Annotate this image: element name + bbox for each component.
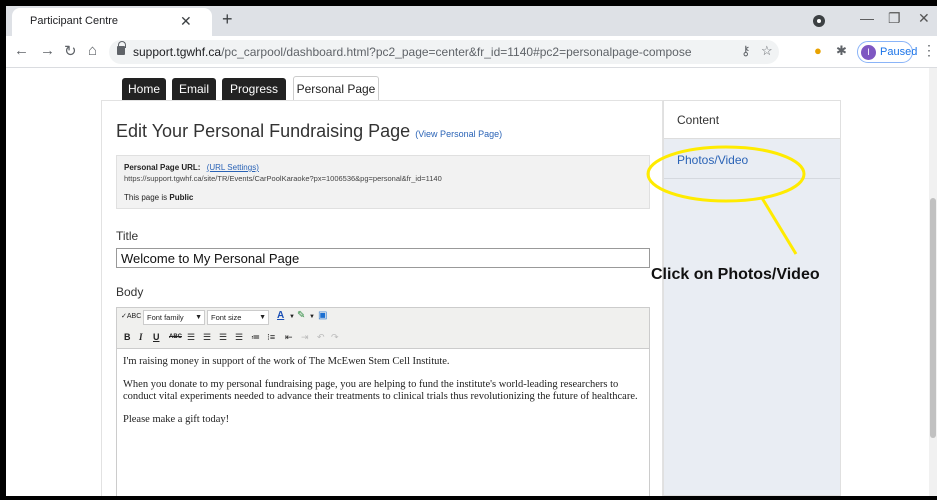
key-icon[interactable]: ⚷ xyxy=(741,43,751,59)
indent-icon[interactable]: ⇥ xyxy=(301,332,309,343)
side-item-content[interactable]: Content xyxy=(664,101,840,139)
align-right-icon[interactable]: ☰ xyxy=(219,332,227,343)
body-paragraph[interactable]: Please make a gift today! xyxy=(123,414,643,427)
paste-icon[interactable]: ▣ xyxy=(318,310,327,321)
body-paragraph[interactable]: When you donate to my personal fundraisi… xyxy=(123,379,643,404)
profile-button[interactable]: I Paused xyxy=(857,41,917,63)
align-justify-icon[interactable]: ☰ xyxy=(235,332,243,343)
side-item-photos-label: Photos/Video xyxy=(677,153,749,167)
highlight-icon[interactable]: ✎ xyxy=(297,310,305,321)
title-label: Title xyxy=(116,229,139,243)
bold-icon[interactable]: B xyxy=(124,332,131,342)
undo-icon[interactable]: ↶ xyxy=(317,332,325,343)
side-item-photos-video[interactable]: Photos/Video xyxy=(664,139,840,179)
align-center-icon[interactable]: ☰ xyxy=(203,332,211,343)
url-settings-link[interactable]: (URL Settings) xyxy=(207,163,259,172)
record-icon[interactable] xyxy=(813,15,825,27)
minimize-icon[interactable]: — xyxy=(860,10,874,26)
puzzle-icon[interactable]: ✱ xyxy=(836,43,847,59)
browser-tab[interactable]: Participant Centre ✕ xyxy=(12,8,212,36)
forward-icon[interactable]: → xyxy=(40,42,55,59)
annotation-text: Click on Photos/Video xyxy=(651,266,820,283)
font-family-select[interactable]: Font family ▼ xyxy=(143,310,205,325)
title-input[interactable] xyxy=(116,248,650,268)
align-left-icon[interactable]: ☰ xyxy=(187,332,195,343)
bullet-list-icon[interactable]: ≔ xyxy=(251,332,260,343)
extension-icon[interactable]: ● xyxy=(814,43,822,58)
spellcheck-icon[interactable]: ✓ABC xyxy=(121,312,141,320)
redo-icon[interactable]: ↷ xyxy=(331,332,339,343)
body-paragraph[interactable]: I'm raising money in support of the work… xyxy=(123,356,643,369)
body-label: Body xyxy=(116,285,144,299)
numbered-list-icon[interactable]: ⁝≡ xyxy=(267,332,275,343)
strikethrough-icon[interactable]: ABC xyxy=(169,334,182,340)
url-text[interactable]: support.tgwhf.ca/pc_carpool/dashboard.ht… xyxy=(133,45,692,59)
text-color-icon[interactable]: A xyxy=(277,310,284,321)
personal-page-url: https://support.tgwhf.ca/site/TR/Events/… xyxy=(124,174,442,183)
main-panel: Edit Your Personal Fundraising Page (Vie… xyxy=(101,100,663,496)
side-menu: Content Photos/Video xyxy=(663,100,841,496)
tab-personal-page[interactable]: Personal Page xyxy=(293,76,379,102)
browser-toolbar: ← → ↻ ⌂ support.tgwhf.ca/pc_carpool/dash… xyxy=(6,36,937,68)
outdent-icon[interactable]: ⇤ xyxy=(285,332,293,343)
font-size-select[interactable]: Font size ▼ xyxy=(207,310,269,325)
close-tab-icon[interactable]: ✕ xyxy=(180,13,192,30)
url-info-box: Personal Page URL: (URL Settings) https:… xyxy=(116,155,650,209)
tab-progress[interactable]: Progress xyxy=(222,78,286,100)
dropdown-arrow-icon[interactable]: ▼ xyxy=(309,314,315,320)
browser-window: Participant Centre ✕ + — ❐ ✕ ← → ↻ ⌂ sup… xyxy=(6,6,937,496)
profile-status: Paused xyxy=(880,46,918,58)
underline-icon[interactable]: U xyxy=(153,332,160,342)
star-icon[interactable]: ☆ xyxy=(761,43,773,59)
editor-content[interactable]: I'm raising money in support of the work… xyxy=(123,356,643,436)
view-personal-page-link[interactable]: (View Personal Page) xyxy=(415,129,502,139)
close-window-icon[interactable]: ✕ xyxy=(918,10,930,27)
page-title: Edit Your Personal Fundraising Page (Vie… xyxy=(116,121,503,141)
restore-icon[interactable]: ❐ xyxy=(888,10,901,27)
home-icon[interactable]: ⌂ xyxy=(88,42,97,59)
tab-title: Participant Centre xyxy=(30,15,119,27)
reload-icon[interactable]: ↻ xyxy=(64,42,77,60)
new-tab-icon[interactable]: + xyxy=(222,9,233,30)
visibility-status: This page is Public xyxy=(124,193,194,202)
address-bar[interactable]: support.tgwhf.ca/pc_carpool/dashboard.ht… xyxy=(109,40,779,64)
scrollbar[interactable] xyxy=(929,68,937,496)
tab-email[interactable]: Email xyxy=(172,78,216,100)
avatar: I xyxy=(861,45,876,60)
side-item-content-label: Content xyxy=(677,113,720,127)
editor-toolbar-row1: ✓ABC Font family ▼ Font size ▼ A ▼ ✎ ▼ ▣ xyxy=(117,308,649,328)
lock-icon[interactable] xyxy=(117,41,126,55)
dropdown-arrow-icon[interactable]: ▼ xyxy=(289,314,295,320)
tab-strip: Participant Centre ✕ + — ❐ ✕ xyxy=(6,6,937,36)
italic-icon[interactable]: I xyxy=(139,332,143,342)
editor-toolbar-row2: B I U ABC ☰ ☰ ☰ ☰ ≔ ⁝≡ ⇤ ⇥ ↶ ↷ xyxy=(117,328,649,349)
back-icon[interactable]: ← xyxy=(14,42,29,59)
tab-home[interactable]: Home xyxy=(122,78,166,100)
rich-text-editor: ✓ABC Font family ▼ Font size ▼ A ▼ ✎ ▼ ▣ B… xyxy=(116,307,650,496)
scrollbar-thumb[interactable] xyxy=(930,198,936,438)
menu-icon[interactable]: ⋮ xyxy=(922,42,936,59)
page-content: Home Email Progress Personal Page Edit Y… xyxy=(6,68,937,496)
url-label-row: Personal Page URL: (URL Settings) xyxy=(124,163,259,172)
